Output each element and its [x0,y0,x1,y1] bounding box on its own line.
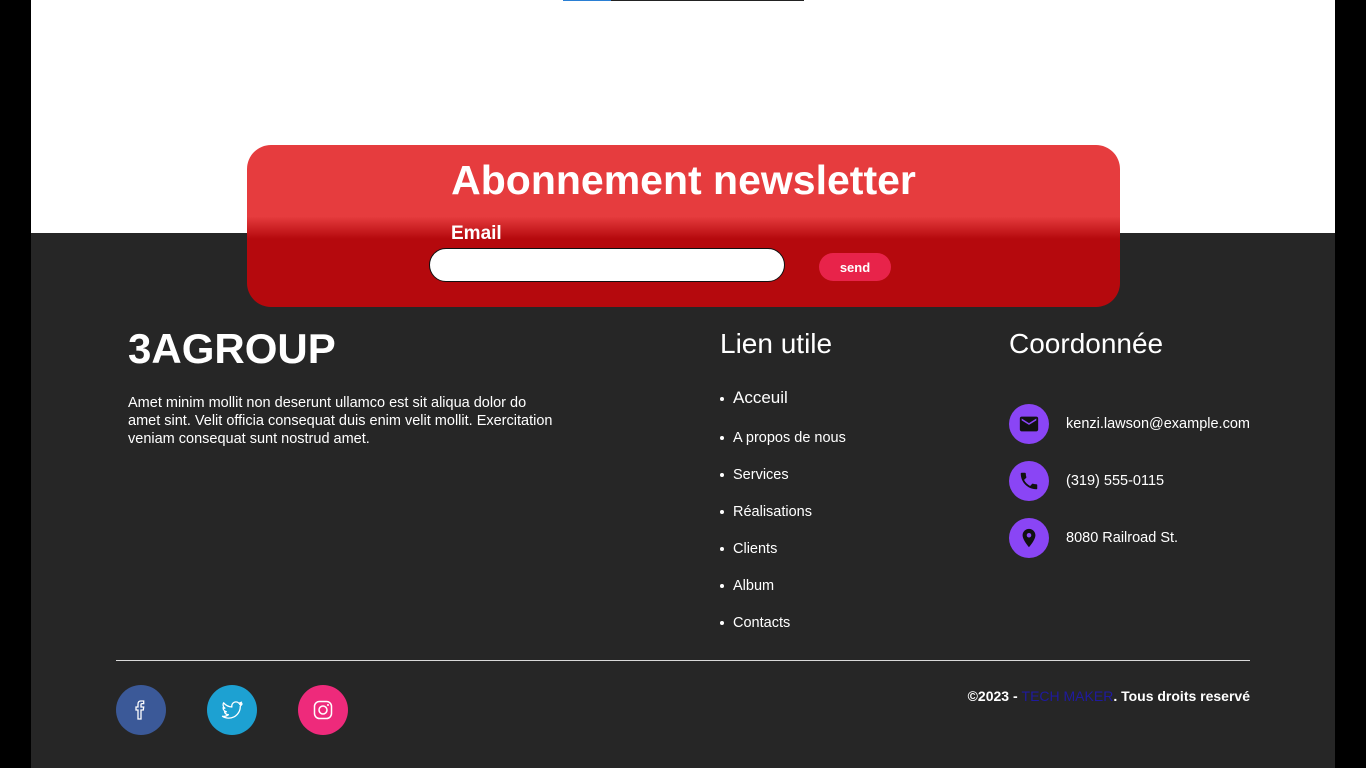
copyright-brand-link[interactable]: TECH MAKER [1022,688,1114,704]
email-input[interactable] [429,248,785,282]
newsletter-title: Abonnement newsletter [451,157,916,203]
location-pin-icon [1009,518,1049,558]
page: Abonnement newsletter Email send 3AGROUP… [31,0,1335,768]
facebook-button[interactable] [116,685,166,735]
twitter-button[interactable] [207,685,257,735]
link-album[interactable]: Album [720,578,774,594]
twitter-icon [221,701,243,719]
link-contacts[interactable]: Contacts [720,615,790,631]
link-realisations[interactable]: Réalisations [720,504,812,520]
bullet-icon [720,396,724,401]
facebook-icon [135,700,145,720]
send-button[interactable]: send [819,253,891,281]
contact-email[interactable]: kenzi.lawson@example.com [1066,416,1250,432]
contact-address: 8080 Railroad St. [1066,530,1179,546]
bullet-icon [720,547,724,552]
links-title: Lien utile [720,328,833,359]
contact-title: Coordonnée [1009,328,1164,359]
mail-icon [1009,404,1049,444]
email-label: Email [451,223,502,244]
bullet-icon [720,473,724,478]
bullet-icon [720,510,724,515]
link-services[interactable]: Services [720,467,789,483]
contact-phone-row: (319) 555-0115 [1009,461,1164,501]
instagram-button[interactable] [298,685,348,735]
bullet-icon [720,436,724,441]
top-divider-accent [563,0,611,1]
contact-address-row: 8080 Railroad St. [1009,518,1178,558]
copyright-text: ©2023 - TECH MAKER. Tous droits reservé [967,688,1250,704]
footer-divider [116,660,1250,661]
brand-logo-text: 3AGROUP [128,325,336,372]
newsletter-panel: Abonnement newsletter Email send [247,145,1120,307]
brand-description: Amet minim mollit non deserunt ullamco e… [128,395,553,447]
phone-icon [1009,461,1049,501]
bullet-icon [720,621,724,626]
link-a-propos[interactable]: A propos de nous [720,430,846,446]
link-acceuil[interactable]: Acceuil [720,388,788,408]
link-clients[interactable]: Clients [720,541,777,557]
instagram-icon [313,700,333,720]
contact-email-row: kenzi.lawson@example.com [1009,404,1250,444]
contact-phone[interactable]: (319) 555-0115 [1066,473,1164,489]
bullet-icon [720,584,724,589]
